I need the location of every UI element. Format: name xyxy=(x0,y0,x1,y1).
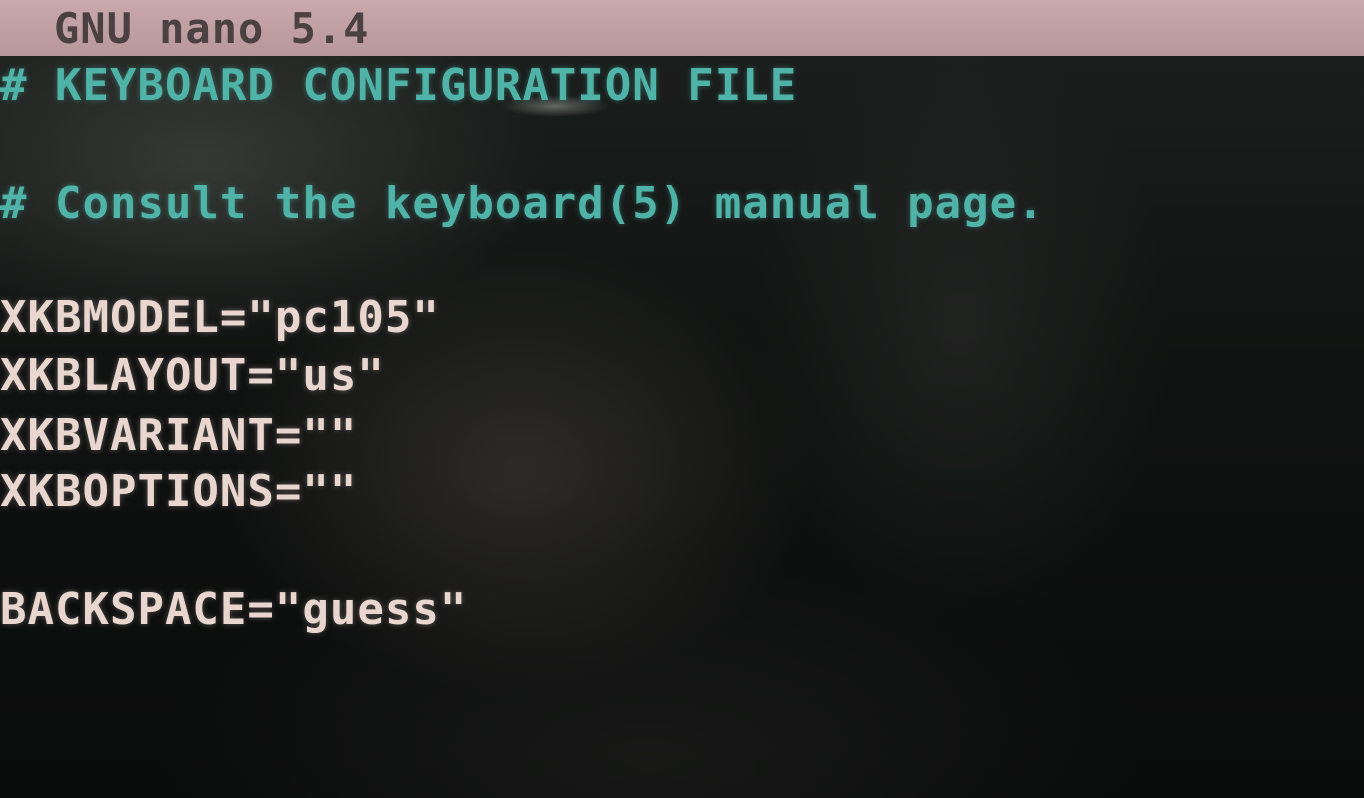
nano-title-bar: GNU nano 5.4 xyxy=(0,0,1364,56)
nano-version-title: GNU nano 5.4 xyxy=(54,4,370,53)
editor-line-xkblayout[interactable]: XKBLAYOUT="us" xyxy=(0,350,385,401)
editor-line-1-comment[interactable]: # KEYBOARD CONFIGURATION FILE xyxy=(0,60,797,111)
editor-line-backspace[interactable]: BACKSPACE="guess" xyxy=(0,584,467,635)
editor-line-3-comment[interactable]: # Consult the keyboard(5) manual page. xyxy=(0,178,1045,229)
terminal-screen: GNU nano 5.4 # KEYBOARD CONFIGURATION FI… xyxy=(0,0,1364,798)
editor-line-xkboptions[interactable]: XKBOPTIONS="" xyxy=(0,466,357,517)
editor-line-xkbmodel[interactable]: XKBMODEL="pc105" xyxy=(0,292,440,343)
editor-line-xkbvariant[interactable]: XKBVARIANT="" xyxy=(0,410,357,461)
